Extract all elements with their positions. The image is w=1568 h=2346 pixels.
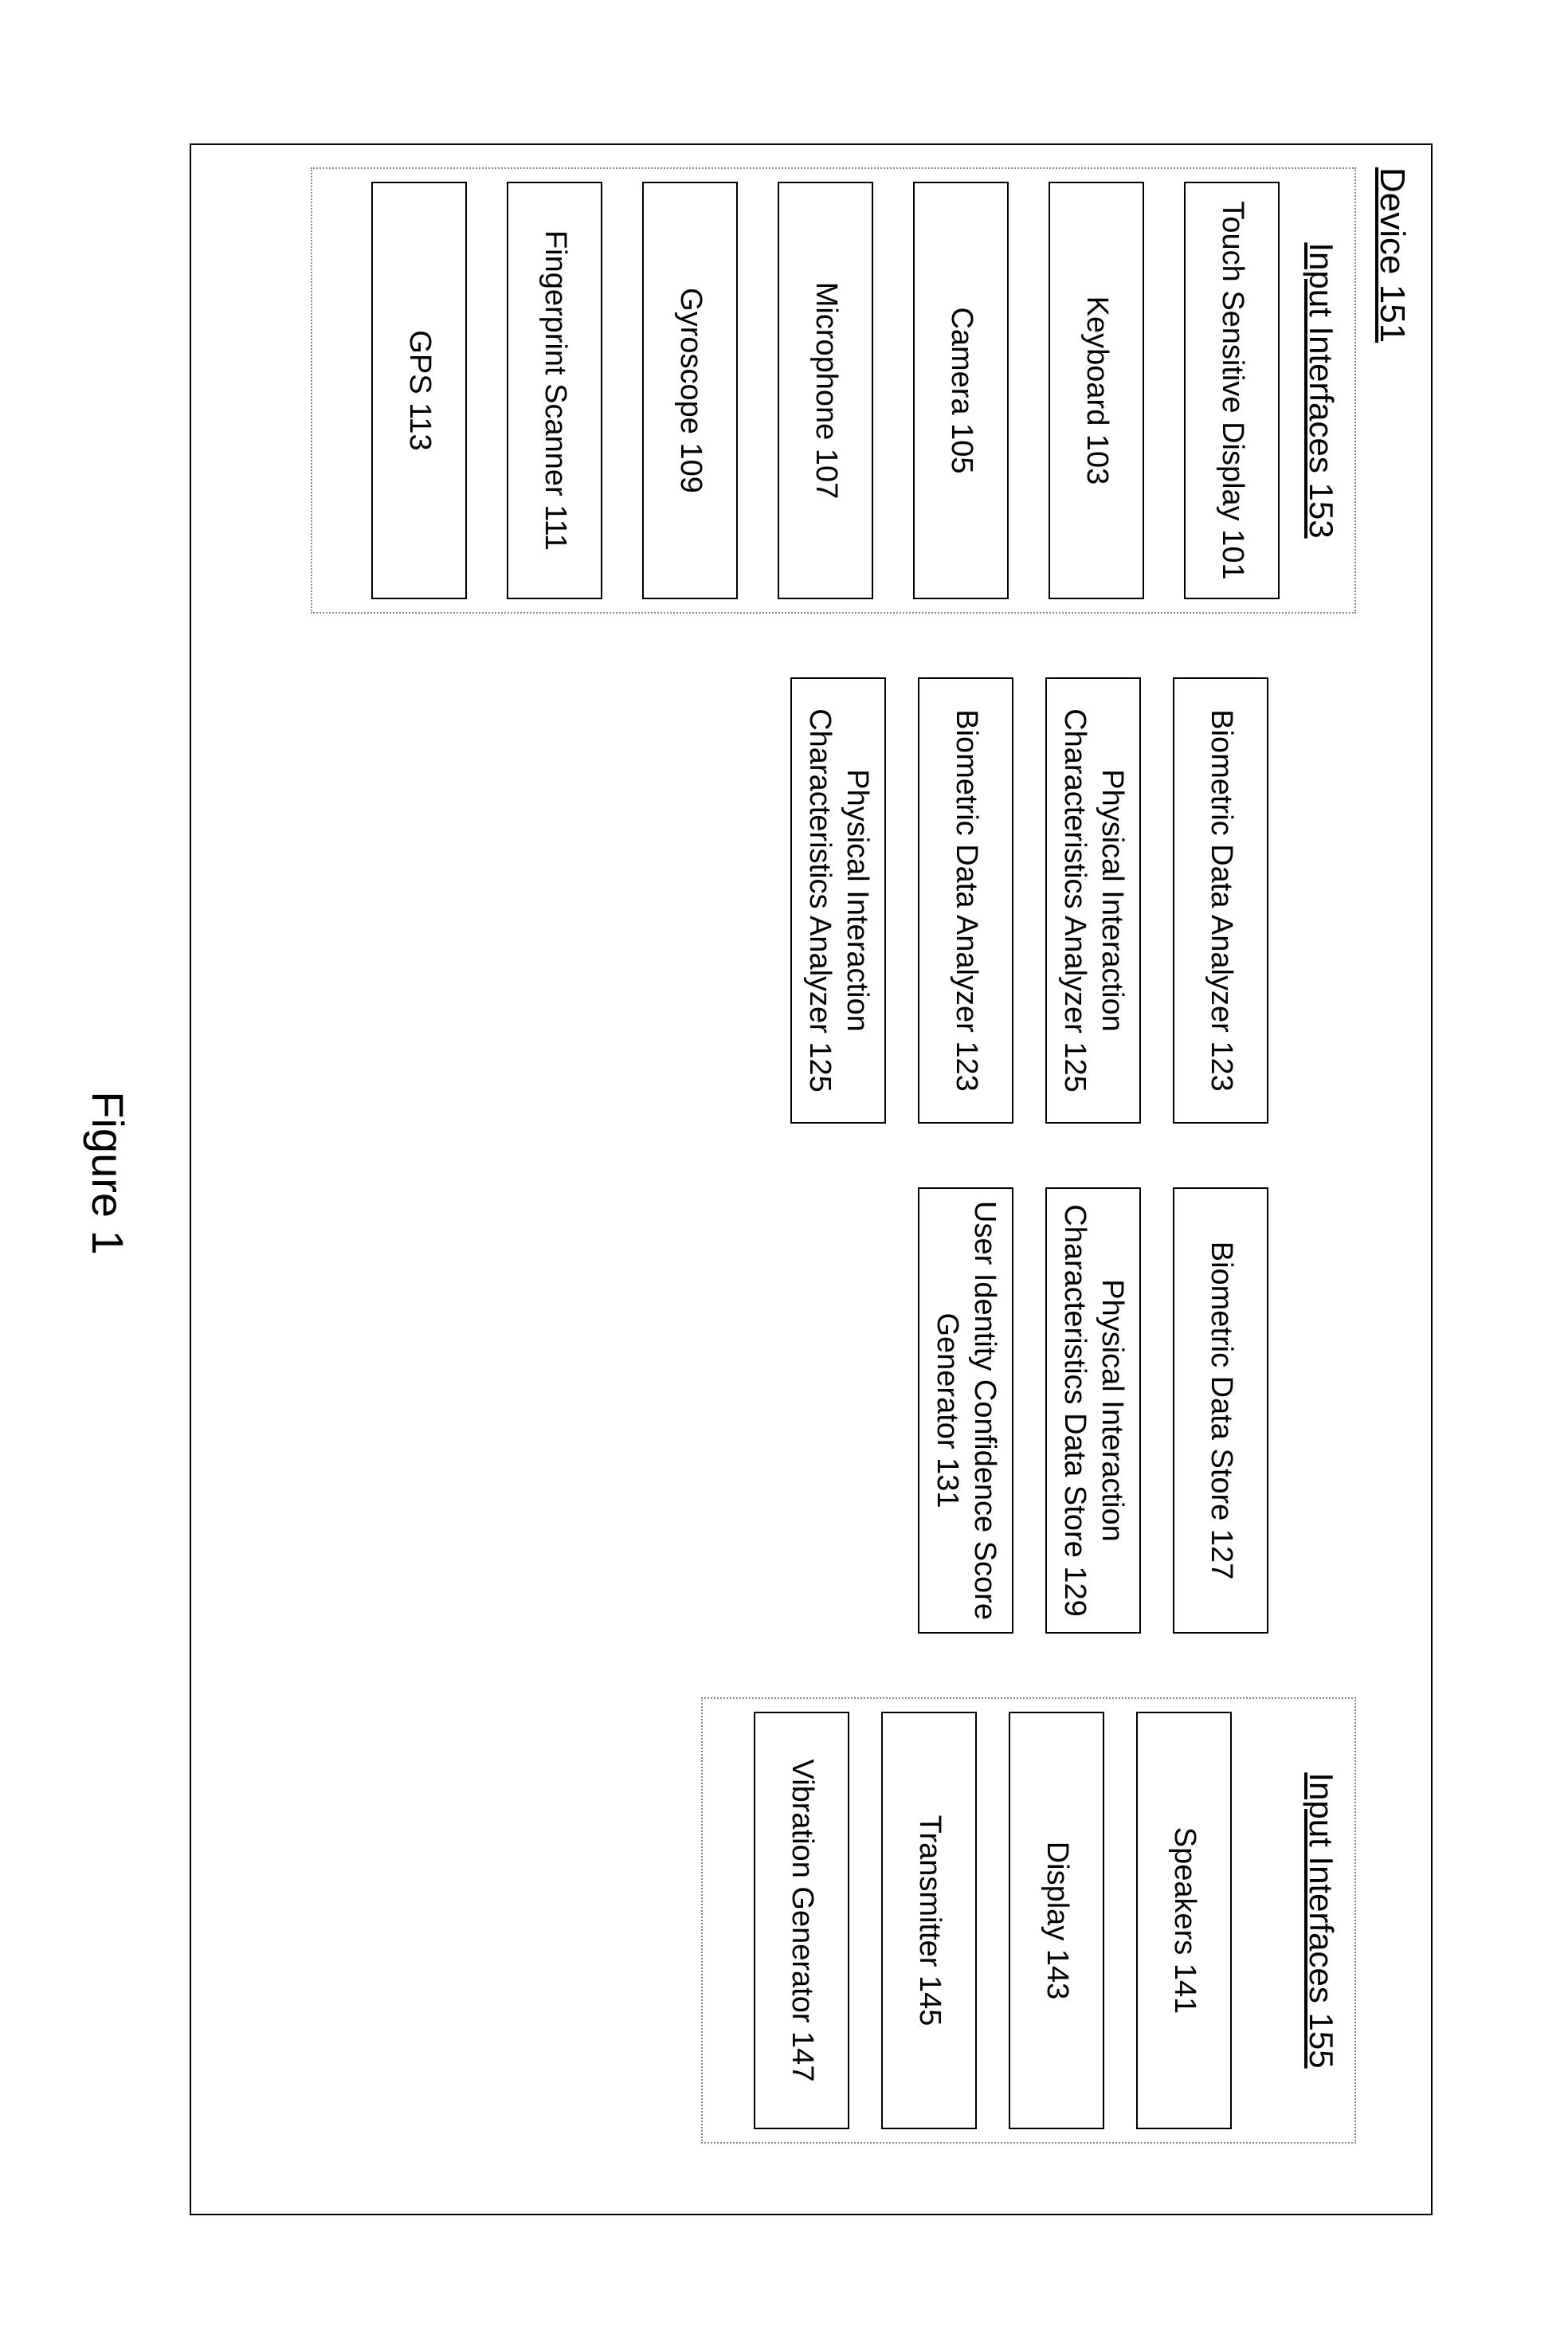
- device-title: Device 151: [1372, 167, 1412, 2191]
- camera-box: Camera 105: [913, 182, 1009, 599]
- physical-analyzer-box-1: Physical Interaction Characteristics Ana…: [1045, 677, 1141, 1124]
- physical-store-box: Physical Interaction Characteristics Dat…: [1045, 1187, 1141, 1634]
- device-container: Device 151 Input Interfaces 153 Touch Se…: [190, 143, 1433, 2215]
- output-interfaces-title: Input Interfaces 155: [1302, 1712, 1340, 2129]
- keyboard-box: Keyboard 103: [1049, 182, 1144, 599]
- stores-column: Biometric Data Store 127 Physical Intera…: [886, 1187, 1356, 1634]
- microphone-box: Microphone 107: [778, 182, 873, 599]
- analyzers-column: Biometric Data Analyzer 123 Physical Int…: [759, 677, 1356, 1124]
- biometric-store-box: Biometric Data Store 127: [1173, 1187, 1268, 1634]
- physical-analyzer-box-2: Physical Interaction Characteristics Ana…: [790, 677, 886, 1124]
- touch-sensitive-display-box: Touch Sensitive Display 101: [1184, 182, 1280, 599]
- fingerprint-scanner-box: Fingerprint Scanner 111: [507, 182, 602, 599]
- output-interfaces-column: Input Interfaces 155 Speakers 141 Displa…: [701, 1697, 1356, 2144]
- biometric-analyzer-box-2: Biometric Data Analyzer 123: [918, 677, 1013, 1124]
- gyroscope-box: Gyroscope 109: [642, 182, 738, 599]
- biometric-analyzer-box-1: Biometric Data Analyzer 123: [1173, 677, 1268, 1124]
- figure-caption: Figure 1: [82, 0, 134, 2346]
- identity-score-box: User Identity Confidence Score Generator…: [918, 1187, 1013, 1634]
- transmitter-box: Transmitter 145: [881, 1712, 977, 2129]
- speakers-box: Speakers 141: [1136, 1712, 1232, 2129]
- input-interfaces-column: Input Interfaces 153 Touch Sensitive Dis…: [311, 167, 1356, 614]
- vibration-generator-box: Vibration Generator 147: [754, 1712, 849, 2129]
- display-box: Display 143: [1009, 1712, 1104, 2129]
- columns: Input Interfaces 153 Touch Sensitive Dis…: [214, 167, 1356, 2191]
- input-interfaces-title: Input Interfaces 153: [1302, 182, 1340, 599]
- gps-box: GPS 113: [371, 182, 467, 599]
